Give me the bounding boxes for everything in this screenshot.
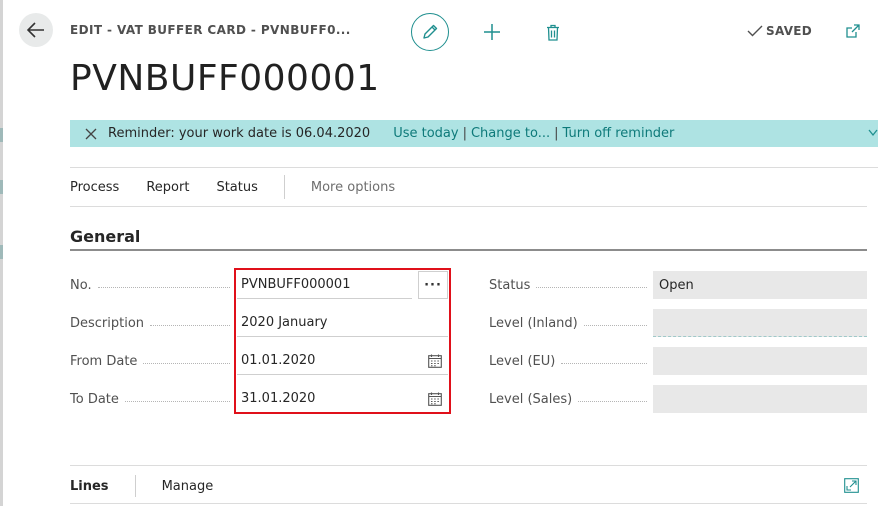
calendar-icon[interactable] [428,392,442,406]
lines-action-bar: Lines Manage [70,473,213,499]
reminder-message: Reminder: your work date is 06.04.2020 [108,126,371,141]
link-separator: | [554,126,559,141]
field-caption: Level (Sales) [489,392,579,407]
change-to-link[interactable]: Change to... [471,126,550,141]
field-caption: From Date [70,354,144,369]
popout-icon [846,24,860,38]
to-date-field[interactable]: 31.01.2020 [237,385,448,413]
checkmark-icon [747,25,763,37]
divider [70,503,867,504]
expand-icon[interactable] [844,478,859,493]
saved-indicator: SAVED [747,24,812,38]
use-today-link[interactable]: Use today [393,126,458,141]
page-title: PVNBUFF000001 [70,58,380,99]
status-field: Open [653,271,867,299]
status-label: Status [489,278,647,293]
turn-off-reminder-link[interactable]: Turn off reminder [563,126,675,141]
to-date-value: 31.01.2020 [241,391,316,406]
from-date-field[interactable]: 01.01.2020 [237,347,448,375]
back-arrow-icon [27,22,44,38]
no-lookup-button[interactable]: ··· [418,271,448,299]
edge-marker [0,128,3,142]
level-sales-label: Level (Sales) [489,392,647,407]
from-date-label: From Date [70,354,230,369]
field-caption: Status [489,278,537,293]
level-inland-label: Level (Inland) [489,316,647,331]
from-date-value: 01.01.2020 [241,353,316,368]
close-reminder-icon[interactable] [85,128,97,140]
back-button[interactable] [19,13,53,47]
action-bar: Process Report Status More options [70,168,395,206]
to-date-label: To Date [70,392,230,407]
field-caption: Description [70,316,151,331]
level-inland-field [653,309,867,337]
field-caption: Level (Inland) [489,316,584,331]
process-menu[interactable]: Process [70,180,119,195]
level-sales-field [653,385,867,413]
description-field[interactable]: 2020 January [237,309,448,337]
delete-button[interactable] [542,20,564,44]
chevron-down-icon[interactable] [868,129,878,137]
divider [134,475,136,497]
lines-title[interactable]: Lines [70,479,109,494]
breadcrumb: EDIT - VAT BUFFER CARD - PVNBUFF0... [70,23,351,37]
edge-marker [0,180,3,194]
pencil-icon [423,24,438,39]
trash-icon [547,24,559,41]
calendar-icon[interactable] [428,354,442,368]
edit-button[interactable] [411,13,449,51]
status-value: Open [659,277,694,293]
field-caption: Level (EU) [489,354,562,369]
edge-marker [0,245,3,259]
no-value: PVNBUFF000001 [241,277,351,292]
manage-menu[interactable]: Manage [162,479,214,494]
left-edge-strip [0,0,3,506]
level-eu-field [653,347,867,375]
section-title-general[interactable]: General [70,227,140,246]
popout-button[interactable] [845,23,863,41]
work-date-reminder-banner: Reminder: your work date is 06.04.2020 U… [70,120,878,147]
status-menu[interactable]: Status [216,180,257,195]
plus-icon [484,24,500,40]
no-field[interactable]: PVNBUFF000001 [237,271,412,299]
description-value: 2020 January [241,315,328,330]
ellipsis-icon: ··· [424,277,442,293]
link-separator: | [462,126,467,141]
no-label: No. [70,278,230,293]
report-menu[interactable]: Report [146,180,189,195]
level-eu-label: Level (EU) [489,354,647,369]
divider [70,206,867,207]
field-caption: To Date [70,392,125,407]
saved-label: SAVED [766,24,813,38]
description-label: Description [70,316,230,331]
field-caption: No. [70,278,98,293]
section-underline [70,249,867,251]
more-options-menu[interactable]: More options [311,180,395,195]
new-button[interactable] [480,20,504,44]
divider [70,465,867,466]
divider [283,175,285,199]
